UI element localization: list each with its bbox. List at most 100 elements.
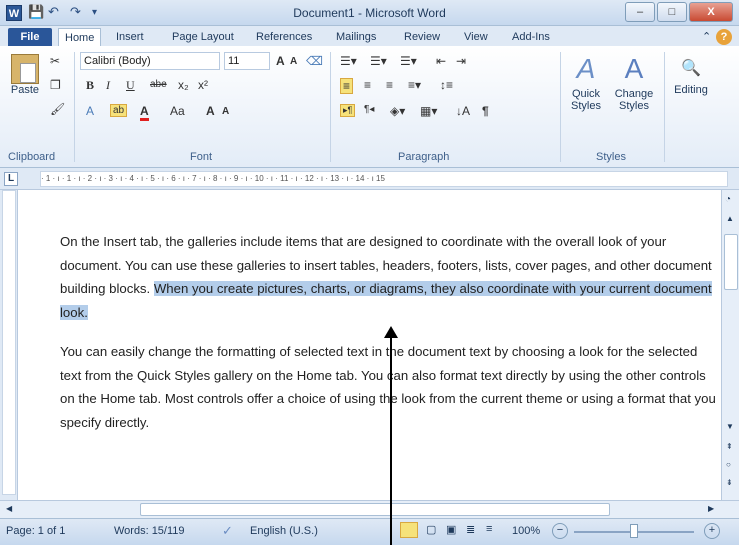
paragraph-1[interactable]: On the Insert tab, the galleries include… [60, 230, 720, 324]
justify-button[interactable]: ≡▾ [408, 78, 421, 92]
clear-formatting-icon[interactable]: ⌫ [306, 54, 323, 68]
horizontal-scrollbar[interactable]: ◀ ▶ [0, 500, 739, 518]
bold-button[interactable]: B [86, 78, 94, 93]
document-area[interactable]: On the Insert tab, the galleries include… [18, 190, 721, 500]
clipboard-group-label: Clipboard [8, 151, 56, 163]
change-styles-button[interactable]: A Change Styles [610, 53, 658, 113]
word-count[interactable]: Words: 15/119 [114, 525, 185, 537]
scroll-left-icon[interactable]: ◀ [6, 504, 12, 513]
tab-view[interactable]: View [458, 28, 494, 46]
zoom-slider-thumb[interactable] [630, 524, 638, 538]
bullets-icon[interactable]: ☰▾ [340, 54, 357, 68]
strikethrough-button[interactable]: abe [150, 79, 167, 90]
ruler-scale[interactable]: · 1 · ı · 1 · ı · 2 · ı · 3 · ı · 4 · ı … [40, 171, 728, 187]
format-painter-icon[interactable]: 🖌 [50, 102, 65, 116]
print-layout-icon[interactable] [400, 522, 418, 538]
change-case-button[interactable]: Aa [170, 104, 185, 118]
copy-icon[interactable]: ❐ [50, 78, 61, 92]
underline-button[interactable]: U [126, 78, 135, 93]
change-styles-icon: A [624, 53, 644, 84]
subscript-button[interactable]: x₂ [178, 78, 189, 92]
highlight-color-icon[interactable]: ab [110, 104, 128, 117]
numbering-icon[interactable]: ☰▾ [370, 54, 387, 68]
change-styles-label: Change Styles [614, 88, 654, 112]
minimize-ribbon-icon[interactable]: ⌃ [696, 28, 717, 46]
decrease-indent-icon[interactable]: ⇤ [436, 54, 446, 68]
outline-icon[interactable]: ≣ [466, 523, 475, 536]
vertical-ruler[interactable] [2, 190, 16, 495]
zoom-out-button[interactable]: − [552, 523, 568, 539]
rtl-icon[interactable]: ¶◂ [364, 104, 374, 115]
close-button[interactable]: X [689, 2, 733, 22]
web-layout-icon[interactable]: ▣ [446, 523, 456, 536]
tab-page-layout[interactable]: Page Layout [166, 28, 240, 46]
align-center-button[interactable]: ≡ [364, 78, 371, 92]
show-formatting-marks-icon[interactable]: ¶ [482, 104, 489, 118]
grow-font-icon[interactable]: A [276, 54, 285, 68]
superscript-button[interactable]: x² [198, 78, 208, 92]
status-bar: Page: 1 of 1 Words: 15/119 ✓ English (U.… [0, 518, 739, 545]
ruler-toggle-icon[interactable]: ◔ [725, 194, 731, 205]
tab-add-ins[interactable]: Add-Ins [506, 28, 556, 46]
annotation-arrow-line [390, 335, 392, 545]
tab-review[interactable]: Review [398, 28, 446, 46]
cut-icon[interactable]: ✂ [50, 54, 60, 68]
maximize-button[interactable]: □ [657, 2, 687, 22]
language-indicator[interactable]: English (U.S.) [250, 525, 318, 537]
text-effects-icon[interactable]: A [86, 104, 94, 118]
next-page-icon[interactable]: ⇟ [726, 478, 733, 487]
font-color-icon[interactable]: A [140, 104, 149, 121]
tab-file[interactable]: File [8, 28, 52, 46]
shrink-font-icon[interactable]: A [290, 56, 297, 67]
ribbon-separator [330, 52, 331, 162]
scroll-down-icon[interactable]: ▼ [726, 422, 734, 431]
selected-text[interactable]: When you create pictures, charts, or dia… [60, 281, 712, 320]
ruler-numbers: · 1 · ı · 1 · ı · 2 · ı · 3 · ı · 4 · ı … [41, 174, 385, 183]
ltr-icon[interactable]: ▸¶ [340, 104, 356, 117]
shading-icon[interactable]: ◈▾ [390, 104, 405, 118]
quick-styles-label: Quick Styles [571, 88, 601, 112]
previous-page-icon[interactable]: ⇞ [726, 442, 733, 451]
increase-indent-icon[interactable]: ⇥ [456, 54, 466, 68]
scroll-right-icon[interactable]: ▶ [708, 504, 714, 513]
scroll-thumb[interactable] [724, 234, 738, 290]
clipboard-icon [11, 54, 39, 84]
vertical-scrollbar[interactable]: ◔ ▲ ▼ ⇞ ○ ⇟ [721, 190, 739, 500]
tab-home[interactable]: Home [58, 28, 102, 46]
zoom-in-button[interactable]: + [704, 523, 720, 539]
editing-label: Editing [674, 84, 708, 96]
editing-button[interactable]: 🔍 Editing [668, 54, 714, 96]
align-right-button[interactable]: ≡ [386, 78, 393, 92]
horizontal-ruler: L · 1 · ı · 1 · ı · 2 · ı · 3 · ı · 4 · … [0, 168, 739, 190]
align-left-button[interactable]: ≡ [340, 78, 354, 94]
grow-font-button[interactable]: A [206, 104, 215, 118]
scroll-up-icon[interactable]: ▲ [726, 214, 734, 223]
zoom-level[interactable]: 100% [512, 525, 540, 537]
paste-button[interactable]: Paste [8, 54, 42, 106]
tab-references[interactable]: References [250, 28, 318, 46]
sort-icon[interactable]: ↓A [456, 104, 470, 118]
tab-selector-icon[interactable]: L [4, 172, 18, 186]
font-name-select[interactable]: Calibri (Body) [80, 52, 220, 70]
select-browse-object-icon[interactable]: ○ [726, 460, 731, 469]
ribbon-tabs: File Home Insert Page Layout References … [0, 26, 739, 46]
help-icon[interactable]: ? [716, 29, 732, 45]
horizontal-scroll-thumb[interactable] [140, 503, 610, 516]
line-spacing-icon[interactable]: ↕≡ [440, 78, 453, 92]
tab-insert[interactable]: Insert [110, 28, 150, 46]
shrink-font-button[interactable]: A [222, 106, 229, 117]
borders-icon[interactable]: ▦▾ [420, 104, 437, 118]
multilevel-list-icon[interactable]: ☰▾ [400, 54, 417, 68]
full-screen-reading-icon[interactable]: ▢ [426, 523, 436, 536]
minimize-button[interactable]: – [625, 2, 655, 22]
paste-label: Paste [10, 84, 40, 96]
ribbon-separator [74, 52, 75, 162]
quick-styles-button[interactable]: A Quick Styles [566, 54, 606, 113]
title-bar: W 💾 ↶ ↷ ▾ Document1 - Microsoft Word – □… [0, 0, 739, 26]
font-size-select[interactable]: 11 [224, 52, 270, 70]
page-count[interactable]: Page: 1 of 1 [6, 525, 65, 537]
tab-mailings[interactable]: Mailings [330, 28, 382, 46]
italic-button[interactable]: I [106, 78, 110, 93]
proofing-icon[interactable]: ✓ [222, 523, 233, 539]
draft-icon[interactable]: ≡ [486, 523, 492, 535]
